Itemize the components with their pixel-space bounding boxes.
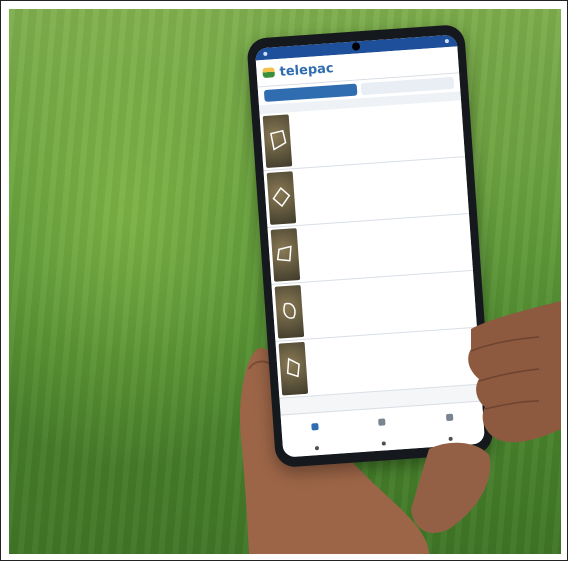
field-photo: telepac (9, 9, 561, 554)
right-hand (411, 301, 561, 533)
image-frame: telepac (0, 0, 568, 561)
